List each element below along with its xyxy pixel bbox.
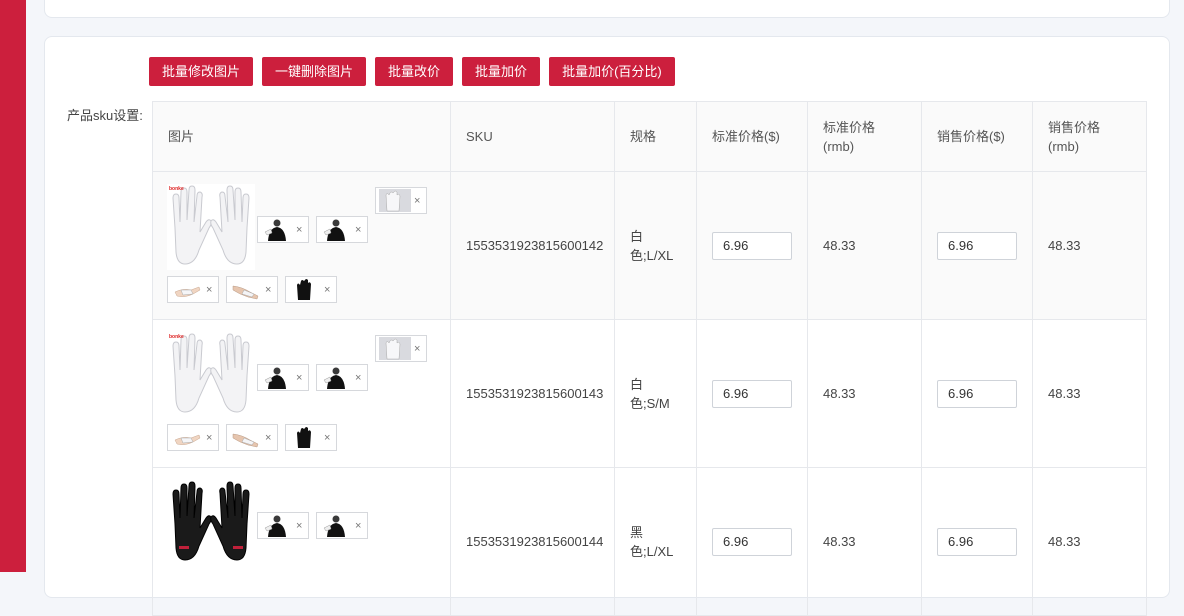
sale-price-usd-input[interactable] (937, 379, 1017, 408)
std-price-usd-input[interactable] (712, 379, 792, 408)
sku-thumbnail[interactable]: × (375, 335, 427, 362)
image-cell: bonke × × × × × × (152, 171, 451, 320)
std-price-usd-input[interactable] (712, 231, 792, 260)
sku-thumbnail[interactable]: × (167, 424, 219, 451)
thumbnail-image (230, 426, 262, 449)
header-sku: SKU (450, 101, 615, 172)
sale-price-rmb-cell: 48.33 (1032, 171, 1147, 320)
thumbnail-image (320, 514, 352, 537)
spec-cell: 白色;S/M (614, 319, 697, 468)
sku-thumbnail[interactable]: × (226, 276, 278, 303)
header-sale-price-rmb: 销售价格(rmb) (1032, 101, 1147, 172)
remove-image-icon[interactable]: × (324, 432, 330, 444)
remove-image-icon[interactable]: × (324, 284, 330, 296)
header-spec: 规格 (614, 101, 697, 172)
std-price-usd-cell (696, 467, 808, 616)
thumbnail-image (289, 426, 321, 449)
brand-logo: bonke (169, 334, 184, 340)
sku-thumbnail[interactable]: × (167, 276, 219, 303)
thumbnail-image (261, 366, 293, 389)
header-image: 图片 (152, 101, 451, 172)
sku-row: × × 1553531923815600144 黑色;L/XL 48.33 48… (152, 467, 1147, 616)
remove-image-icon[interactable]: × (355, 372, 361, 384)
thumbnail-image (230, 278, 262, 301)
image-cell: bonke × × × × × × (152, 319, 451, 468)
table-header-row: 图片 SKU 规格 标准价格($) 标准价格(rmb) 销售价格($) 销售价格… (152, 101, 1147, 172)
thumbnail-image (261, 218, 293, 241)
std-price-rmb-cell: 48.33 (807, 319, 922, 468)
std-price-usd-cell (696, 319, 808, 468)
remove-image-icon[interactable]: × (206, 432, 212, 444)
batch-edit-images-button[interactable]: 批量修改图片 (149, 57, 254, 86)
left-sidebar (0, 0, 26, 572)
sku-row: bonke × × × × × × 155 (152, 319, 1147, 468)
previous-card (44, 0, 1170, 18)
remove-image-icon[interactable]: × (296, 372, 302, 384)
sku-thumbnail[interactable]: × (316, 364, 368, 391)
batch-edit-price-button[interactable]: 批量改价 (375, 57, 454, 86)
thumbnail-image (171, 278, 203, 301)
sale-price-usd-cell (921, 171, 1033, 320)
remove-image-icon[interactable]: × (265, 284, 271, 296)
sale-price-usd-input[interactable] (937, 527, 1017, 556)
sku-thumbnail[interactable]: × (285, 276, 337, 303)
sku-cell: 1553531923815600143 (450, 319, 615, 468)
remove-image-icon[interactable]: × (296, 224, 302, 236)
sale-price-rmb-cell: 48.33 (1032, 319, 1147, 468)
thumbnail-image (289, 278, 321, 301)
batch-add-price-percent-button[interactable]: 批量加价(百分比) (549, 57, 675, 86)
main-product-image[interactable]: bonke (167, 184, 255, 270)
thumbnail-image (320, 218, 352, 241)
image-cell: × × (152, 467, 451, 616)
sku-thumbnail[interactable]: × (257, 216, 309, 243)
thumbnail-image (171, 426, 203, 449)
delete-all-images-button[interactable]: 一键删除图片 (262, 57, 367, 86)
remove-image-icon[interactable]: × (355, 224, 361, 236)
thumbnail-image (379, 189, 411, 212)
sku-thumbnail[interactable]: × (375, 187, 427, 214)
sku-row: bonke × × × × × × 155 (152, 171, 1147, 320)
remove-image-icon[interactable]: × (414, 343, 420, 355)
sku-toolbar: 批量修改图片 一键删除图片 批量改价 批量加价 批量加价(百分比) (149, 57, 675, 86)
header-sale-price-usd: 销售价格($) (921, 101, 1033, 172)
sku-thumbnail[interactable]: × (316, 512, 368, 539)
spec-cell: 白色;L/XL (614, 171, 697, 320)
brand-logo: bonke (169, 186, 184, 192)
header-std-price-usd: 标准价格($) (696, 101, 808, 172)
sku-thumbnail[interactable]: × (257, 512, 309, 539)
sku-thumbnail[interactable]: × (257, 364, 309, 391)
thumbnail-image (261, 514, 293, 537)
std-price-usd-cell (696, 171, 808, 320)
thumbnail-image (379, 337, 411, 360)
main-product-image[interactable] (167, 480, 255, 566)
sale-price-rmb-cell: 48.33 (1032, 467, 1147, 616)
remove-image-icon[interactable]: × (414, 195, 420, 207)
std-price-rmb-cell: 48.33 (807, 171, 922, 320)
sku-thumbnail[interactable]: × (316, 216, 368, 243)
remove-image-icon[interactable]: × (355, 520, 361, 532)
batch-add-price-button[interactable]: 批量加价 (462, 57, 541, 86)
remove-image-icon[interactable]: × (206, 284, 212, 296)
sku-cell: 1553531923815600142 (450, 171, 615, 320)
remove-image-icon[interactable]: × (296, 520, 302, 532)
main-product-image[interactable]: bonke (167, 332, 255, 418)
sale-price-usd-input[interactable] (937, 231, 1017, 260)
sku-card: 批量修改图片 一键删除图片 批量改价 批量加价 批量加价(百分比) 产品sku设… (44, 36, 1170, 616)
sale-price-usd-cell (921, 319, 1033, 468)
thumbnail-image (320, 366, 352, 389)
sku-cell: 1553531923815600144 (450, 467, 615, 616)
std-price-rmb-cell: 48.33 (807, 467, 922, 616)
sku-thumbnail[interactable]: × (226, 424, 278, 451)
std-price-usd-input[interactable] (712, 527, 792, 556)
sale-price-usd-cell (921, 467, 1033, 616)
sku-table: 图片 SKU 规格 标准价格($) 标准价格(rmb) 销售价格($) 销售价格… (152, 101, 1147, 616)
spec-cell: 黑色;L/XL (614, 467, 697, 616)
header-std-price-rmb: 标准价格(rmb) (807, 101, 922, 172)
remove-image-icon[interactable]: × (265, 432, 271, 444)
sku-thumbnail[interactable]: × (285, 424, 337, 451)
sku-settings-label: 产品sku设置: (67, 108, 143, 123)
